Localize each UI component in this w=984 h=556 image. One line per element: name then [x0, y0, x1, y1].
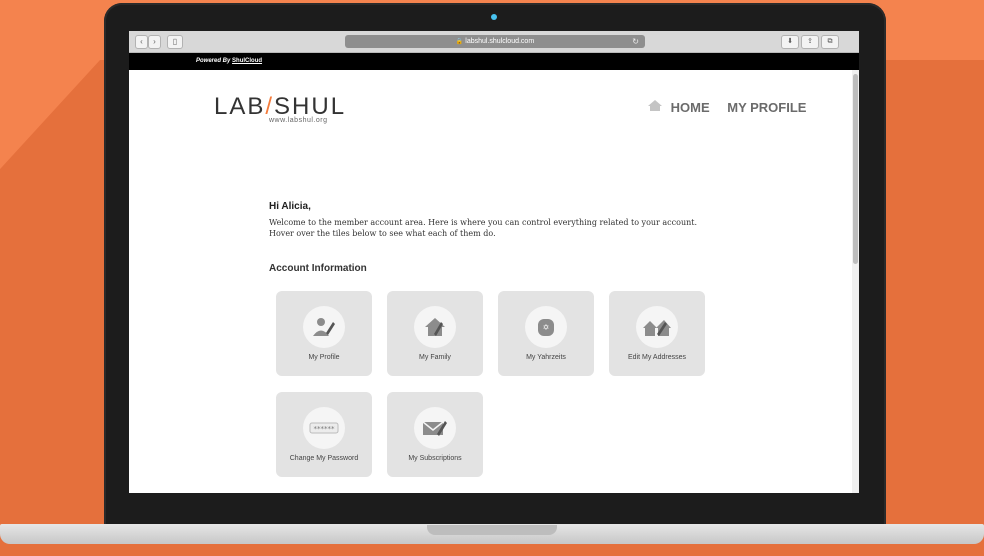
back-icon: ‹ — [140, 37, 143, 46]
tile-label: My Yahrzeits — [526, 354, 566, 361]
powered-by-bar: Powered By ShulCloud — [129, 53, 859, 70]
laptop-notch — [427, 525, 557, 535]
logo-url: www.labshul.org — [269, 117, 328, 124]
top-navigation: HOME MY PROFILE — [647, 99, 820, 115]
home-icon — [647, 99, 663, 115]
tile-my-family[interactable]: My Family — [387, 291, 483, 376]
profile-edit-icon — [303, 306, 345, 348]
tile-label: My Profile — [308, 354, 340, 361]
intro-text: Welcome to the member account area. Here… — [269, 218, 698, 238]
tile-my-yahrzeits[interactable]: ✡ My Yahrzeits — [498, 291, 594, 376]
page-scrollbar-thumb[interactable] — [853, 74, 858, 264]
tile-my-profile[interactable]: My Profile — [276, 291, 372, 376]
download-icon: ⬇ — [787, 38, 793, 45]
shulcloud-link[interactable]: ShulCloud — [232, 58, 262, 64]
tabs-button[interactable]: ⧉ — [821, 35, 839, 49]
tabs-icon: ⧉ — [827, 38, 833, 45]
password-icon: ****** — [303, 407, 345, 449]
back-button[interactable]: ‹ — [135, 35, 148, 49]
nav-home[interactable]: HOME — [671, 100, 710, 115]
yahrzeit-icon: ✡ — [525, 306, 567, 348]
forward-button[interactable]: › — [148, 35, 161, 49]
address-bar[interactable]: 🔒 labshul.shulcloud.com ↻ — [345, 35, 645, 48]
share-icon: ⇪ — [807, 38, 813, 45]
logo-lab: LAB — [214, 93, 266, 120]
sidebar-button[interactable]: ▯ — [167, 35, 183, 49]
tile-label: Edit My Addresses — [628, 354, 686, 361]
nav-my-profile[interactable]: MY PROFILE — [727, 100, 806, 115]
lock-icon: 🔒 — [455, 39, 464, 45]
forward-icon: › — [153, 37, 156, 46]
svg-text:✡: ✡ — [543, 323, 550, 332]
envelope-edit-icon — [414, 407, 456, 449]
sidebar-icon: ▯ — [172, 37, 178, 46]
powered-by-text: Powered By ShulCloud — [196, 58, 262, 64]
camera-dot — [491, 14, 497, 20]
browser-toolbar: ‹ › ▯ 🔒 labshul.shulcloud.com ↻ ⬇ ⇪ ⧉ — [129, 31, 859, 53]
logo-shul: SHUL — [274, 93, 347, 120]
share-button[interactable]: ⇪ — [801, 35, 819, 49]
tile-edit-my-addresses[interactable]: Edit My Addresses — [609, 291, 705, 376]
addresses-edit-icon — [636, 306, 678, 348]
tile-label: My Family — [419, 354, 451, 361]
section-title: Account Information — [269, 263, 367, 274]
family-home-edit-icon — [414, 306, 456, 348]
logo-slash: / — [265, 93, 275, 120]
url-text: labshul.shulcloud.com — [465, 38, 535, 45]
reload-icon[interactable]: ↻ — [632, 35, 639, 48]
download-button[interactable]: ⬇ — [781, 35, 799, 49]
tile-label: My Subscriptions — [408, 455, 462, 462]
powered-by-prefix: Powered By — [196, 58, 231, 64]
svg-text:******: ****** — [314, 425, 336, 433]
tile-change-my-password[interactable]: ****** Change My Password — [276, 392, 372, 477]
greeting: Hi Alicia, — [269, 201, 311, 212]
tile-label: Change My Password — [289, 455, 359, 462]
tile-my-subscriptions[interactable]: My Subscriptions — [387, 392, 483, 477]
laptop-screen: ‹ › ▯ 🔒 labshul.shulcloud.com ↻ ⬇ ⇪ ⧉ Po… — [129, 31, 859, 493]
